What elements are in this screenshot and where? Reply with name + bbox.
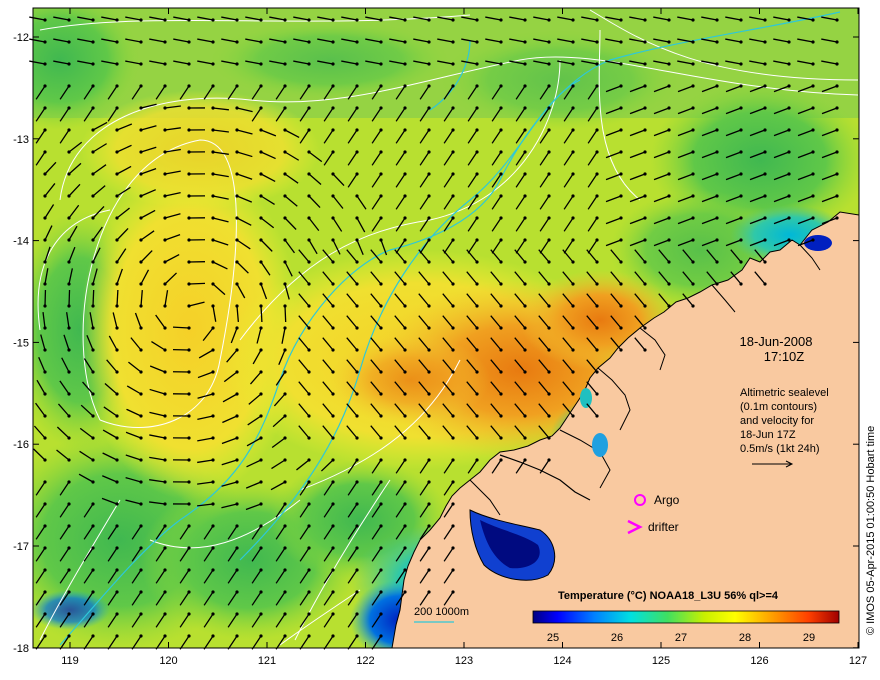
lon-tick-label: 124 [553,655,571,667]
lat-tick-label: -12 [13,32,29,44]
lon-tick-label: 127 [849,655,867,667]
credit-text: © IMOS 05-Apr-2015 01:00:50 Hobart time [865,426,877,635]
lon-tick-label: 120 [159,655,177,667]
colorbar-tick-label: 26 [611,632,623,644]
annotation-line-3: and velocity for [740,415,814,427]
annotation-line-4: 18-Jun 17Z [740,429,796,441]
isobath-legend-label: 200 1000m [414,606,469,618]
time-label: 17:10Z [764,349,805,364]
argo-label: Argo [654,493,680,507]
annotation-line-1: Altimetric sealevel [740,387,829,399]
sst-map: -12 -13 -14 -15 -16 -17 -18 119 120 121 122 123 124… [13,7,867,667]
colorbar-gradient [532,610,840,624]
lon-tick-label: 119 [61,655,79,667]
lon-tick-label: 123 [455,655,473,667]
lon-tick-label: 122 [356,655,374,667]
colorbar-title: Temperature (°C) NOAA18_L3U 56% ql>=4 [558,590,779,602]
date-label: 18-Jun-2008 [740,334,813,349]
lat-tick-label: -13 [13,134,29,146]
lat-tick-label: -17 [13,541,29,553]
lon-tick-label: 126 [750,655,768,667]
colorbar-tick-label: 27 [675,632,687,644]
lat-tick-label: -16 [13,439,29,451]
credit-strip: © IMOS 05-Apr-2015 01:00:50 Hobart time [858,0,880,640]
annotation-line-2: (0.1m contours) [740,401,817,413]
annotation-line-5: 0.5m/s (1kt 24h) [740,443,819,455]
lon-tick-label: 125 [652,655,670,667]
colorbar-tick-label: 29 [803,632,815,644]
lon-tick-label: 121 [258,655,276,667]
colorbar-tick-label: 28 [739,632,751,644]
lat-tick-label: -18 [13,643,29,655]
lat-tick-label: -15 [13,337,29,349]
lat-tick-label: -14 [13,236,29,248]
colorbar-tick-label: 25 [547,632,559,644]
drifter-label: drifter [648,520,679,534]
